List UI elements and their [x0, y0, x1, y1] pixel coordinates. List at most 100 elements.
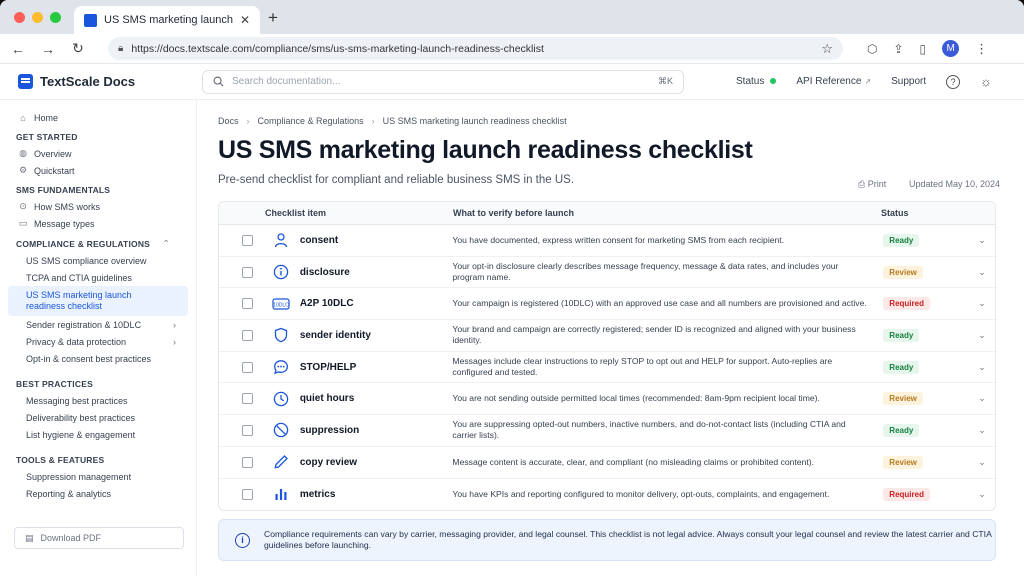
- sidebar-toggle-icon[interactable]: ▯: [920, 42, 927, 56]
- row-checkbox[interactable]: [242, 298, 254, 310]
- textscale-logo-icon: [18, 74, 33, 89]
- bookmark-star-icon[interactable]: ☆: [821, 41, 833, 57]
- sidebar-heading[interactable]: COMPLIANCE & REGULATIONS ⌃: [8, 238, 188, 249]
- breadcrumb: Docs › Compliance & Regulations › US SMS…: [218, 116, 567, 126]
- breadcrumb-separator-icon: ›: [371, 116, 375, 126]
- breadcrumb-compliance[interactable]: Compliance & Regulations: [258, 116, 364, 126]
- status-badge: Review: [883, 392, 923, 406]
- sidebar-item-home[interactable]: ⌂ Home: [8, 109, 188, 126]
- sidebar-item-overview[interactable]: ◍ Overview: [8, 145, 188, 162]
- table-row[interactable]: disclosure Your opt-in disclosure clearly…: [219, 257, 995, 289]
- support-link[interactable]: Support: [891, 76, 926, 87]
- sidebar-item-list-hygiene[interactable]: List hygiene & engagement: [8, 426, 188, 443]
- profile-avatar[interactable]: M: [942, 40, 960, 57]
- download-pdf-button[interactable]: ▤ Download PDF: [14, 527, 184, 549]
- new-tab-icon[interactable]: +: [268, 8, 278, 28]
- back-icon[interactable]: ←: [10, 41, 26, 57]
- browser-menu-icon[interactable]: ⋮: [975, 41, 988, 57]
- sidebar-item-launch-readiness-checklist[interactable]: US SMS marketing launch readiness checkl…: [8, 286, 188, 316]
- expand-chevron-icon[interactable]: ⌄: [969, 267, 995, 278]
- search-input[interactable]: Search documentation... ⌘K: [202, 69, 684, 94]
- expand-chevron-icon[interactable]: ⌄: [969, 489, 995, 500]
- status-label: Status: [736, 76, 765, 87]
- sidebar-item-label: Messaging best practices: [26, 395, 128, 406]
- sidebar-item-sender-registration[interactable]: Sender registration & 10DLC ›: [8, 316, 188, 333]
- brand[interactable]: TextScale Docs: [0, 74, 202, 89]
- sidebar-item-messaging-best-practices[interactable]: Messaging best practices: [8, 392, 188, 409]
- table-row[interactable]: consent You have documented, express writ…: [219, 225, 995, 257]
- row-checkbox[interactable]: [242, 456, 254, 468]
- api-reference-link[interactable]: API Reference ↗: [796, 76, 871, 87]
- expand-chevron-icon[interactable]: ⌄: [969, 235, 995, 246]
- table-row[interactable]: quiet hours You are not sending outside p…: [219, 383, 995, 416]
- expand-chevron-icon[interactable]: ⌄: [969, 457, 995, 468]
- sidebar-item-label: Overview: [34, 148, 72, 159]
- print-button[interactable]: ⎙ Print: [858, 179, 886, 190]
- disclaimer-callout: i Compliance requirements can vary by ca…: [218, 519, 996, 561]
- expand-chevron-icon[interactable]: ⌄: [969, 425, 995, 436]
- sidebar-item-suppression-management[interactable]: Suppression management: [8, 468, 188, 485]
- status-badge: Required: [883, 487, 930, 501]
- minimize-window-button[interactable]: [32, 12, 43, 23]
- maximize-window-button[interactable]: [50, 12, 61, 23]
- sidebar-item-opt-in-consent[interactable]: Opt-in & consent best practices: [8, 350, 188, 367]
- tab-close-icon[interactable]: ✕: [240, 13, 250, 27]
- table-row[interactable]: sender identity Your brand and campaign a…: [219, 320, 995, 352]
- checklist-item-description: Your brand and campaign are correctly re…: [452, 324, 856, 346]
- sidebar-item-label: Suppression management: [26, 471, 132, 482]
- extensions-icon[interactable]: ⬡: [867, 42, 877, 56]
- sidebar-item-label: TCPA and CTIA guidelines: [26, 272, 132, 283]
- expand-chevron-icon[interactable]: ⌄: [969, 298, 995, 309]
- sidebar-item-deliverability[interactable]: Deliverability best practices: [8, 409, 188, 426]
- expand-chevron-icon[interactable]: ⌄: [969, 393, 995, 404]
- table-header: Checklist item What to verify before lau…: [219, 202, 995, 225]
- info-circle-icon: [265, 264, 298, 280]
- bar-chart-icon: [265, 486, 298, 502]
- expand-chevron-icon[interactable]: ⌄: [969, 362, 995, 373]
- table-row[interactable]: metrics You have KPIs and reporting confi…: [219, 479, 995, 511]
- row-checkbox[interactable]: [242, 488, 254, 500]
- block-icon: [265, 422, 298, 438]
- row-checkbox[interactable]: [242, 329, 254, 341]
- forward-icon[interactable]: →: [40, 41, 56, 57]
- row-checkbox[interactable]: [242, 424, 254, 436]
- sidebar-heading: TOOLS & FEATURES: [16, 455, 105, 465]
- status-badge: Ready: [883, 233, 920, 247]
- status-link[interactable]: Status: [736, 76, 777, 87]
- breadcrumb-docs[interactable]: Docs: [218, 116, 239, 126]
- breadcrumb-separator-icon: ›: [246, 116, 250, 126]
- browser-tab[interactable]: US SMS marketing launch readin ✕: [74, 6, 260, 34]
- search-shortcut: ⌘K: [657, 76, 673, 86]
- sidebar-item-how-sms-works[interactable]: ⊙ How SMS works: [8, 198, 188, 215]
- table-row[interactable]: copy review Message content is accurate, …: [219, 447, 995, 479]
- close-window-button[interactable]: [14, 12, 25, 23]
- sidebar-item-reporting[interactable]: Reporting & analytics: [8, 485, 188, 502]
- sidebar-item-quickstart[interactable]: ⚙ Quickstart: [8, 162, 188, 179]
- status-badge: Ready: [883, 423, 920, 437]
- theme-toggle-sun-icon[interactable]: ☼: [980, 74, 992, 89]
- sidebar-item-label: Deliverability best practices: [26, 412, 136, 423]
- sidebar-heading: GET STARTED: [16, 132, 78, 142]
- external-link-icon: ↗: [864, 77, 872, 86]
- sidebar-item-us-sms-compliance-overview[interactable]: US SMS compliance overview: [8, 252, 188, 269]
- sidebar-item-message-types[interactable]: ▭ Message types: [8, 215, 188, 232]
- chevron-right-icon: ›: [173, 336, 176, 347]
- table-row[interactable]: STOP/HELP Messages include clear instruct…: [219, 352, 995, 384]
- reload-icon[interactable]: ↻: [70, 40, 86, 57]
- help-icon[interactable]: ?: [946, 74, 961, 89]
- row-checkbox[interactable]: [242, 234, 254, 246]
- page-title: US SMS marketing launch readiness checkl…: [218, 136, 753, 164]
- table-row[interactable]: 10DLC A2P 10DLC Your campaign is registere…: [219, 288, 995, 321]
- table-row[interactable]: suppression You are suppressing opted-out…: [219, 415, 995, 447]
- share-icon[interactable]: ⇪: [893, 42, 903, 56]
- row-checkbox[interactable]: [242, 393, 254, 405]
- sidebar-item-privacy[interactable]: Privacy & data protection ›: [8, 333, 188, 350]
- sidebar-item-tcpa-ctia[interactable]: TCPA and CTIA guidelines: [8, 269, 188, 286]
- expand-chevron-icon[interactable]: ⌄: [969, 330, 995, 341]
- address-bar[interactable]: 🔒︎ https://docs.textscale.com/compliance…: [108, 37, 843, 60]
- row-checkbox[interactable]: [242, 266, 254, 278]
- row-checkbox[interactable]: [242, 361, 254, 373]
- checklist-item-name: metrics: [299, 488, 336, 500]
- sidebar: ⌂ Home GET STARTED ◍ Overview ⚙ Quicksta…: [0, 100, 197, 576]
- chevron-up-icon: ⌃: [162, 238, 170, 248]
